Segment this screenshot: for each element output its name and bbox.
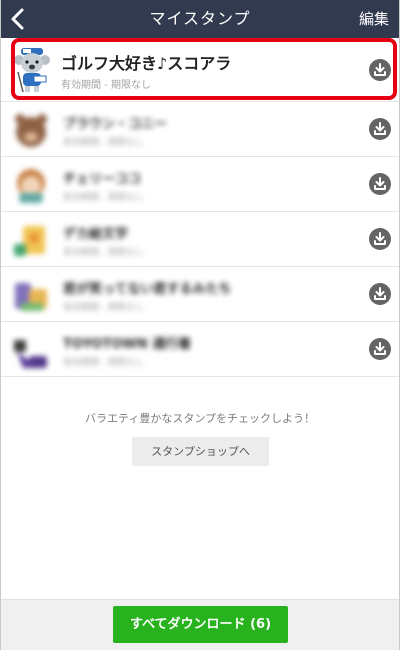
bear-stamp-thumbnail bbox=[15, 114, 47, 147]
emoji-stamp-thumbnail bbox=[14, 226, 45, 256]
download-button[interactable] bbox=[369, 228, 391, 250]
stamp-name: 君が笑ってない君するみたち bbox=[63, 282, 232, 297]
stamp-row[interactable]: デカ絵文字 有効期間 - 期限なし bbox=[1, 212, 399, 267]
town-stamp-thumbnail bbox=[14, 340, 47, 368]
edit-button[interactable]: 編集 bbox=[359, 0, 389, 38]
koala-golf-stamp-thumbnail bbox=[14, 48, 50, 93]
download-button[interactable] bbox=[369, 338, 391, 360]
stamp-name: ブラウン・コニー bbox=[63, 117, 168, 132]
header-bar: マイスタンプ 編集 bbox=[1, 0, 399, 38]
stamp-name: デカ絵文字 bbox=[63, 227, 129, 242]
download-icon bbox=[374, 342, 386, 355]
stamp-name: チェリーココ bbox=[63, 172, 142, 187]
stamp-list: ゴルフ大好き♪スコアラ 有効期間 - 期限なし ブラウン・コニー 有効期間 - … bbox=[1, 38, 399, 377]
stamp-validity: 有効期間 - 期限なし bbox=[61, 80, 151, 91]
back-button[interactable] bbox=[3, 4, 33, 34]
character-stamp-thumbnail bbox=[15, 283, 47, 311]
chevron-left-icon bbox=[11, 8, 24, 30]
stamp-validity: 有効期間 - 期限なし bbox=[63, 303, 144, 313]
stamp-validity: 有効期間 - 期限なし bbox=[63, 138, 144, 148]
stamp-validity: 有効期間 - 期限なし bbox=[63, 358, 144, 368]
page-title: マイスタンプ bbox=[149, 9, 251, 28]
stamp-row-golf-koala[interactable]: ゴルフ大好き♪スコアラ 有効期間 - 期限なし bbox=[1, 38, 399, 102]
download-button[interactable] bbox=[369, 283, 391, 305]
stamp-row[interactable]: チェリーココ 有効期間 - 期限なし bbox=[1, 157, 399, 212]
download-icon bbox=[374, 177, 386, 190]
promo-message: バラエティ豊かなスタンプをチェックしよう！ bbox=[84, 412, 315, 425]
download-icon bbox=[374, 287, 386, 300]
footer-bar: すべてダウンロード (6) bbox=[1, 599, 399, 650]
my-stamps-screen: マイスタンプ 編集 ゴルフ大好き♪スコアラ 有効期間 - 期限なし ブラウン・コ… bbox=[0, 0, 400, 650]
girl-stamp-thumbnail bbox=[17, 169, 45, 203]
stamp-validity: 有効期間 - 期限なし bbox=[63, 193, 144, 203]
stamp-shop-button[interactable]: スタンプショップへ bbox=[132, 437, 269, 466]
download-button[interactable] bbox=[369, 118, 391, 140]
download-icon bbox=[374, 122, 386, 135]
download-all-button[interactable]: すべてダウンロード (6) bbox=[113, 606, 288, 643]
download-button[interactable] bbox=[369, 59, 391, 81]
stamp-name: TOYOTOWN 通行着 bbox=[63, 337, 192, 352]
stamp-row[interactable]: TOYOTOWN 通行着 有効期間 - 期限なし bbox=[1, 322, 399, 377]
download-button[interactable] bbox=[369, 173, 391, 195]
download-icon bbox=[374, 63, 386, 76]
stamp-row[interactable]: 君が笑ってない君するみたち 有効期間 - 期限なし bbox=[1, 267, 399, 322]
stamp-row[interactable]: ブラウン・コニー 有効期間 - 期限なし bbox=[1, 102, 399, 157]
download-icon bbox=[374, 232, 386, 245]
stamp-validity: 有効期間 - 期限なし bbox=[63, 248, 144, 258]
stamp-name: ゴルフ大好き♪スコアラ bbox=[61, 54, 232, 73]
